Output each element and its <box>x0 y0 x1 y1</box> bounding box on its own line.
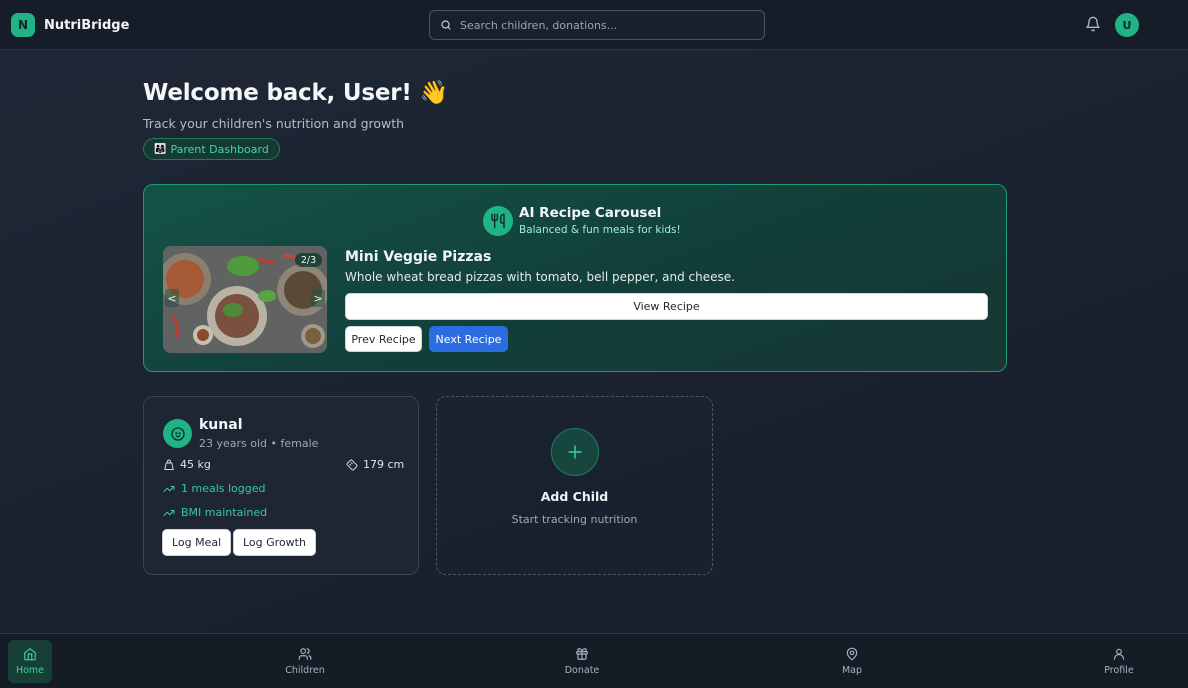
carousel-title: AI Recipe Carousel <box>519 205 662 221</box>
child-card[interactable]: kunal 23 years old • female 45 kg 179 cm… <box>143 396 419 575</box>
search-input[interactable] <box>460 18 750 32</box>
recipe-name: Mini Veggie Pizzas <box>345 249 492 265</box>
carousel-subtitle: Balanced & fun meals for kids! <box>519 224 681 236</box>
nav-map-label: Map <box>841 665 863 676</box>
child-meta: 23 years old • female <box>199 437 319 450</box>
map-pin-icon <box>846 647 858 661</box>
weight-value: 45 kg <box>180 458 211 471</box>
page-subtitle: Track your children's nutrition and grow… <box>143 116 405 131</box>
recipe-carousel-card: AI Recipe Carousel Balanced & fun meals … <box>143 184 1007 372</box>
utensils-icon <box>483 205 513 236</box>
prev-recipe-button[interactable]: Prev Recipe <box>345 326 422 352</box>
log-growth-button[interactable]: Log Growth <box>233 529 316 556</box>
home-icon <box>24 648 36 661</box>
bell-icon[interactable] <box>1085 16 1101 36</box>
nav-home[interactable]: Home <box>8 640 52 683</box>
carousel-prev-arrow[interactable]: < <box>165 289 179 307</box>
bottom-nav: Home Children Donate Map Profile <box>0 633 1188 688</box>
welcome-section: Welcome back, User! 👋 Track your childre… <box>143 79 448 160</box>
nav-profile-label: Profile <box>1104 665 1134 676</box>
plus-icon[interactable] <box>551 428 599 476</box>
brand[interactable]: N NutriBridge <box>11 13 129 37</box>
recipe-description: Whole wheat bread pizzas with tomato, be… <box>345 270 735 284</box>
nav-donate[interactable]: Donate <box>560 640 604 683</box>
bmi-status: BMI maintained <box>181 506 268 519</box>
users-icon <box>298 648 312 660</box>
nav-map[interactable]: Map <box>830 640 874 683</box>
meals-stat: 1 meals logged <box>163 482 266 495</box>
weight-stat: 45 kg <box>163 458 211 471</box>
role-badge-label: Parent Dashboard <box>170 142 269 156</box>
nav-donate-label: Donate <box>564 665 600 676</box>
weight-icon <box>164 459 174 470</box>
bmi-stat: BMI maintained <box>163 506 267 519</box>
gift-icon <box>576 648 588 660</box>
add-child-card[interactable]: Add Child Start tracking nutrition <box>436 396 713 575</box>
user-icon <box>1113 648 1125 660</box>
nav-home-label: Home <box>15 665 45 676</box>
log-meal-button[interactable]: Log Meal <box>162 529 232 556</box>
carousel-next-arrow[interactable]: > <box>311 289 325 307</box>
role-badge: 👨‍👩‍👧 Parent Dashboard <box>143 138 280 160</box>
trending-up-icon <box>163 509 175 516</box>
recipe-image: 2/3 < > <box>163 246 327 353</box>
carousel-counter: 2/3 <box>295 253 322 267</box>
nav-children[interactable]: Children <box>280 640 330 683</box>
top-bar: N NutriBridge U <box>0 0 1188 50</box>
next-recipe-button[interactable]: Next Recipe <box>429 326 508 352</box>
height-stat: 179 cm <box>346 458 404 471</box>
search-icon <box>441 20 451 30</box>
child-name: kunal <box>199 417 243 433</box>
brand-logo: N <box>11 13 35 37</box>
height-value: 179 cm <box>363 458 405 471</box>
view-recipe-button[interactable]: View Recipe <box>345 293 988 320</box>
brand-name: NutriBridge <box>44 17 130 33</box>
add-child-subtitle: Start tracking nutrition <box>511 513 638 526</box>
search-box[interactable] <box>429 10 765 40</box>
baby-icon <box>163 419 192 448</box>
family-icon: 👨‍👩‍👧 <box>154 143 167 155</box>
add-child-title: Add Child <box>540 489 609 504</box>
nav-children-label: Children <box>285 665 325 676</box>
user-avatar[interactable]: U <box>1115 13 1139 37</box>
page-title: Welcome back, User! 👋 <box>143 80 448 106</box>
trending-up-icon <box>163 485 175 492</box>
ruler-icon <box>346 459 358 470</box>
meals-logged: 1 meals logged <box>181 482 266 495</box>
recipe-carousel-header: AI Recipe Carousel Balanced & fun meals … <box>483 205 681 236</box>
nav-profile[interactable]: Profile <box>1097 640 1141 683</box>
